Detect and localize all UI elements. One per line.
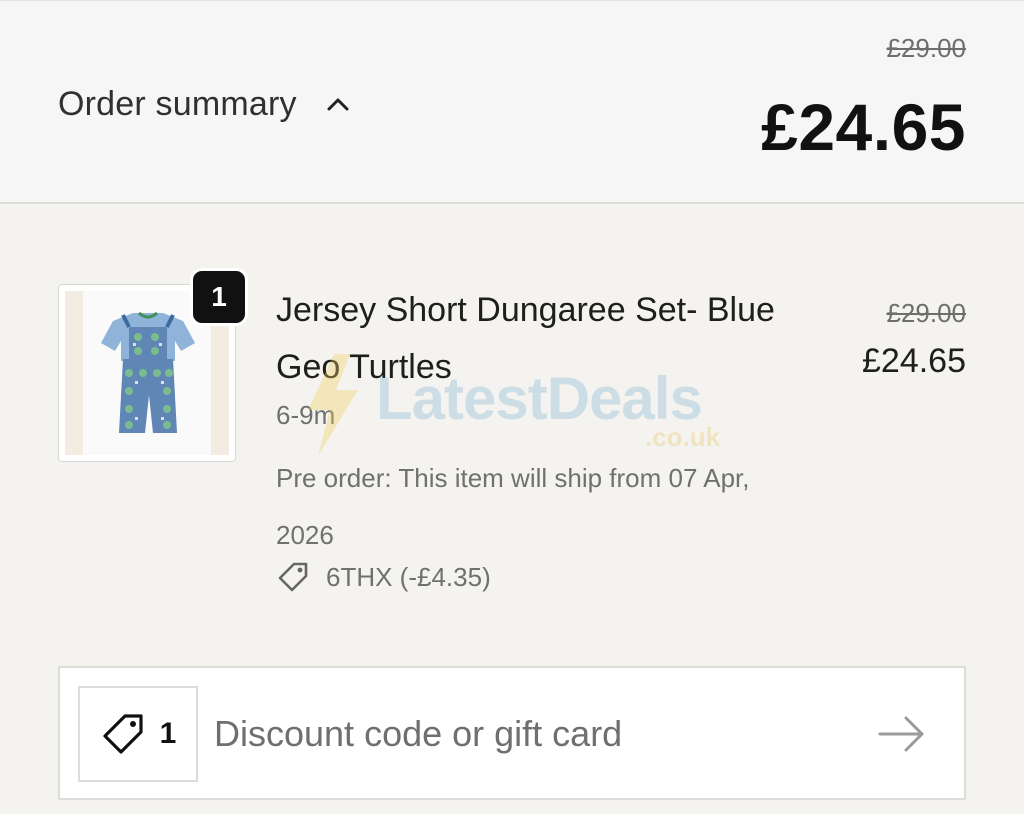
header-original-price: £29.00 [886,33,966,63]
header-total-price: £24.65 [761,90,966,164]
line-item: 1 Jersey Short Dungaree Set- Blue Geo Tu… [58,268,966,608]
applied-discount-label: 6THX (-£4.35) [326,561,491,592]
item-price: £24.65 [862,342,966,380]
applied-codes-count: 1 [159,717,177,750]
discount-code-form: 1 [58,666,966,800]
checkout-page: Order summary £29.00 £24.65 1 Jersey Sho… [0,0,1024,814]
applied-codes-indicator[interactable]: 1 [78,686,198,782]
arrow-right-icon [878,716,924,752]
applied-discount: 6THX (-£4.35) [276,560,491,594]
chevron-up-icon [327,98,349,111]
product-variant: 6-9m [276,400,336,430]
tag-icon [103,714,143,754]
order-summary-toggle[interactable]: Order summary [58,81,351,127]
preorder-note: Pre order: This item will ship from 07 A… [276,463,750,550]
quantity-badge: 1 [190,268,248,326]
apply-discount-button[interactable] [876,712,928,756]
order-summary-header: Order summary £29.00 £24.65 [0,0,1024,204]
tag-icon [278,562,308,592]
item-original-price: £29.00 [886,298,966,328]
discount-code-input[interactable] [214,702,854,766]
order-summary-title: Order summary [58,84,297,123]
product-name: Jersey Short Dungaree Set- Blue Geo Turt… [276,291,775,386]
